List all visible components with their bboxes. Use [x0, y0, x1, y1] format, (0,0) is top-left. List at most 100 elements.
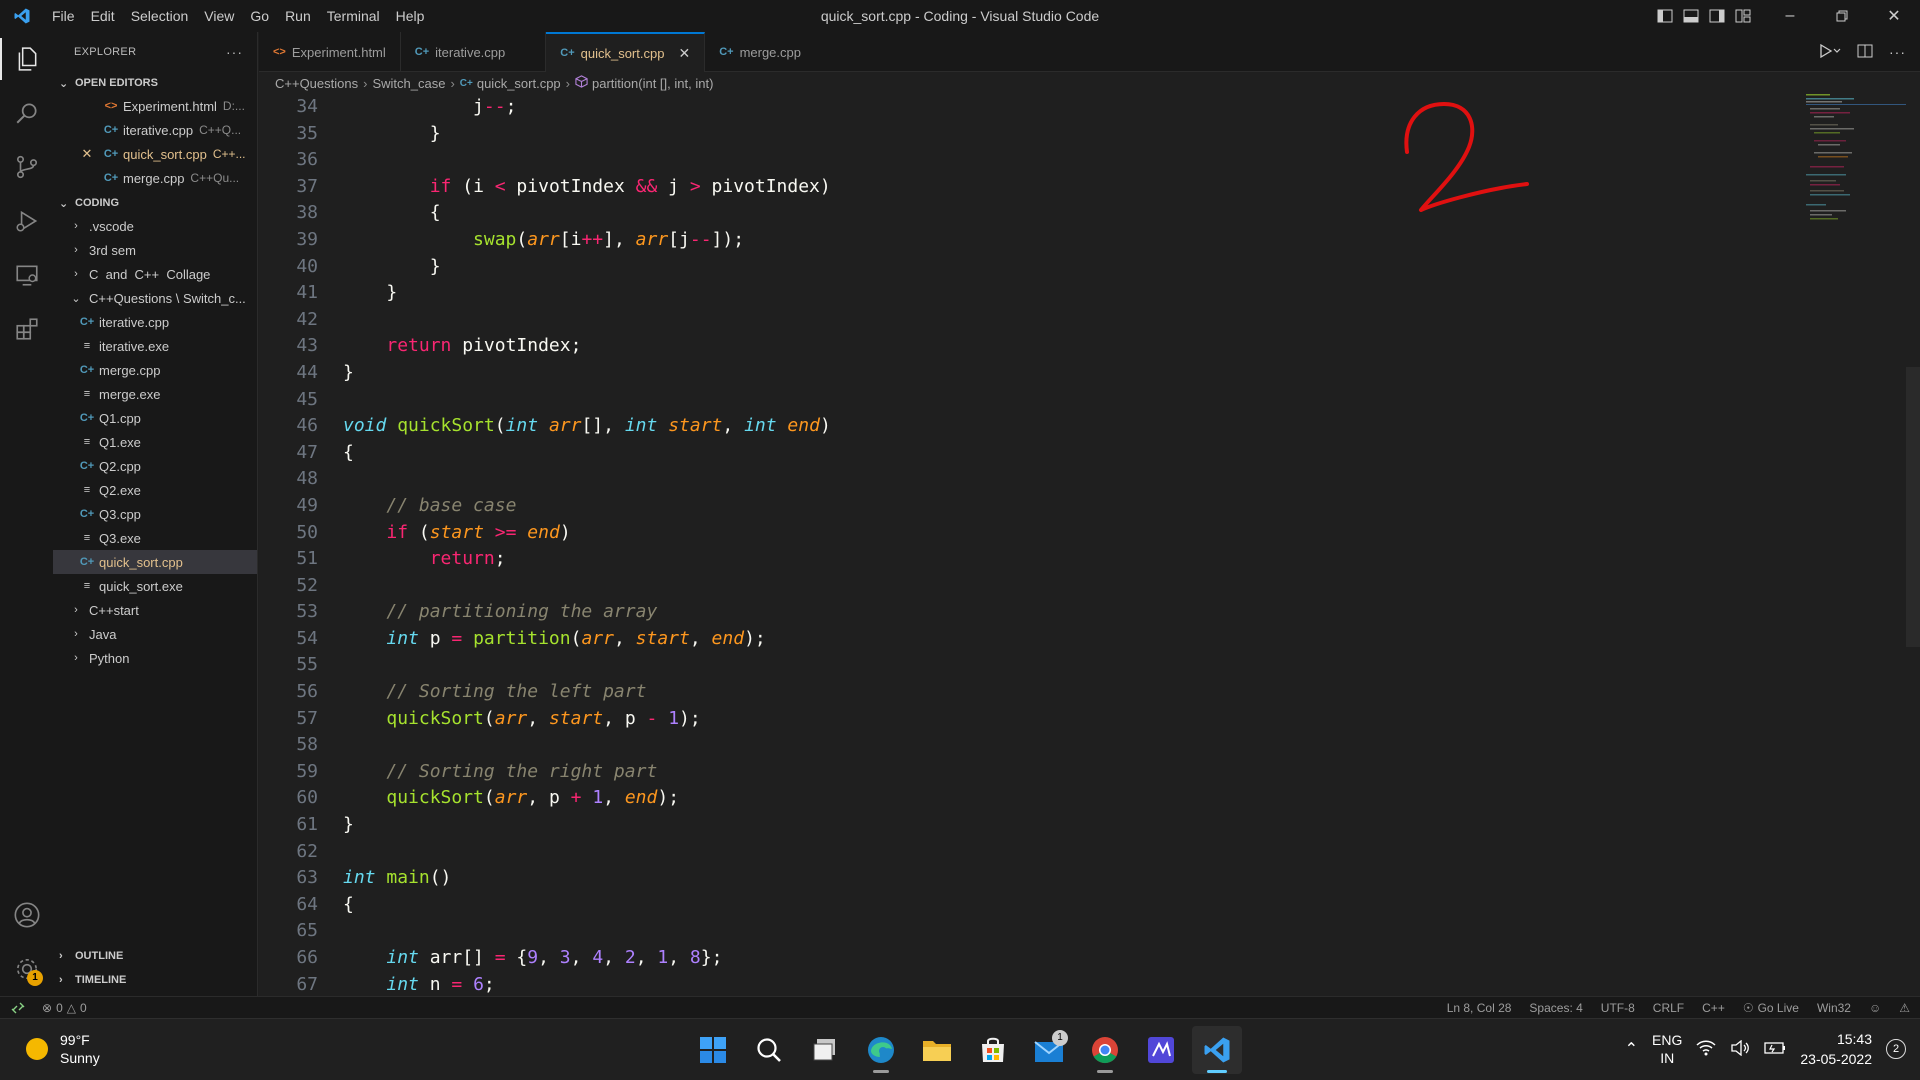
breadcrumb-item[interactable]: quick_sort.cpp — [477, 76, 561, 91]
search-icon[interactable] — [0, 86, 53, 140]
run-and-debug-icon[interactable] — [0, 194, 53, 248]
folder-item[interactable]: › C++start — [53, 598, 257, 622]
close-editor-icon[interactable]: ✕ — [79, 146, 95, 162]
folder-item[interactable]: › Python — [53, 646, 257, 670]
line-number: 57 — [296, 707, 318, 729]
platform[interactable]: Win32 — [1817, 1001, 1851, 1015]
end-of-line[interactable]: CRLF — [1653, 1001, 1684, 1015]
feedback-icon[interactable]: ☺ — [1869, 1001, 1881, 1015]
accounts-icon[interactable] — [0, 888, 53, 942]
menu-edit[interactable]: Edit — [83, 0, 123, 32]
file-explorer-icon[interactable] — [912, 1026, 962, 1074]
menu-view[interactable]: View — [196, 0, 242, 32]
outline-header[interactable]: › OUTLINE — [53, 944, 257, 968]
chevron-right-icon: › — [74, 268, 78, 280]
microsoft-store-icon[interactable] — [968, 1026, 1018, 1074]
cursor-position[interactable]: Ln 8, Col 28 — [1447, 1001, 1512, 1015]
menu-terminal[interactable]: Terminal — [319, 0, 388, 32]
workspace-header[interactable]: ⌄ CODING — [53, 192, 257, 214]
timeline-header[interactable]: › TIMELINE — [53, 968, 257, 992]
more-actions-icon[interactable]: ··· — [226, 44, 243, 60]
minimap[interactable] — [1800, 94, 1920, 996]
manage-gear-icon[interactable]: 1 — [0, 942, 53, 996]
search-icon[interactable] — [744, 1026, 794, 1074]
menu-help[interactable]: Help — [388, 0, 433, 32]
customize-layout-icon[interactable] — [1732, 0, 1754, 32]
open-editor-item-active[interactable]: ✕ C+ quick_sort.cpp C++... — [53, 142, 257, 166]
file-item[interactable]: C+ quick_sort.cpp — [53, 550, 257, 574]
problems-indicator[interactable]: ⊗ 0 △ 0 — [42, 1001, 87, 1015]
battery-icon[interactable] — [1764, 1041, 1786, 1058]
line-content: if (i < pivotIndex && j > pivotIndex) — [318, 174, 831, 201]
close-window-button[interactable]: ✕ — [1868, 0, 1920, 32]
tab-iterative-cpp[interactable]: C+ iterative.cpp — [401, 32, 547, 72]
volume-icon[interactable] — [1730, 1039, 1750, 1059]
menu-go[interactable]: Go — [242, 0, 277, 32]
extensions-icon[interactable] — [0, 302, 53, 356]
chrome-browser-icon[interactable] — [1080, 1026, 1130, 1074]
go-live-button[interactable]: ☉ Go Live — [1743, 1001, 1799, 1015]
tab-quick-sort-cpp[interactable]: C+ quick_sort.cpp ✕ — [546, 32, 706, 72]
open-editors-header[interactable]: ⌄ OPEN EDITORS — [53, 72, 257, 94]
breadcrumb-item[interactable]: Switch_case — [372, 76, 445, 91]
remote-indicator-icon[interactable] — [0, 997, 36, 1019]
notification-center-badge[interactable]: 2 — [1886, 1039, 1906, 1059]
file-item[interactable]: ≡ Q2.exe — [53, 478, 257, 502]
input-language[interactable]: ENG IN — [1652, 1031, 1682, 1067]
more-actions-icon[interactable]: ··· — [1889, 44, 1906, 60]
toggle-primary-sidebar-icon[interactable] — [1654, 0, 1676, 32]
open-editor-item[interactable]: C+ merge.cpp C++Qu... — [53, 166, 257, 190]
language-mode[interactable]: C++ — [1702, 1001, 1725, 1015]
breadcrumb-item[interactable]: partition(int [], int, int) — [592, 76, 713, 91]
wifi-icon[interactable] — [1696, 1040, 1716, 1059]
toggle-secondary-sidebar-icon[interactable] — [1706, 0, 1728, 32]
weather-widget[interactable]: 99°F Sunny — [26, 1031, 100, 1067]
file-item[interactable]: ≡ Q1.exe — [53, 430, 257, 454]
tab-merge-cpp[interactable]: C+ merge.cpp — [705, 32, 815, 72]
file-item[interactable]: C+ Q1.cpp — [53, 406, 257, 430]
file-item[interactable]: C+ iterative.cpp — [53, 310, 257, 334]
close-tab-icon[interactable]: ✕ — [678, 45, 690, 62]
tab-experiment-html[interactable]: <> Experiment.html — [259, 32, 401, 72]
file-item[interactable]: C+ Q2.cpp — [53, 454, 257, 478]
folder-item[interactable]: › .vscode — [53, 214, 257, 238]
file-item[interactable]: ≡ iterative.exe — [53, 334, 257, 358]
vs-app-icon[interactable] — [1136, 1026, 1186, 1074]
explorer-icon[interactable] — [0, 32, 53, 86]
chevron-up-icon[interactable]: ⌃ — [1625, 1039, 1638, 1059]
file-item[interactable]: ≡ quick_sort.exe — [53, 574, 257, 598]
folder-item[interactable]: › C and C++ Collage — [53, 262, 257, 286]
breadcrumb-item[interactable]: C++Questions — [275, 76, 358, 91]
vertical-scrollbar[interactable] — [1906, 367, 1920, 647]
file-item[interactable]: C+ Q3.cpp — [53, 502, 257, 526]
notifications-bell-icon[interactable]: ⚠ — [1899, 1001, 1910, 1015]
task-view-icon[interactable] — [800, 1026, 850, 1074]
encoding[interactable]: UTF-8 — [1601, 1001, 1635, 1015]
file-item[interactable]: C+ merge.cpp — [53, 358, 257, 382]
system-tray: ⌃ ENG IN 15:43 23-05-2022 2 — [1625, 1029, 1906, 1069]
run-code-icon[interactable] — [1819, 43, 1841, 61]
file-item[interactable]: ≡ Q3.exe — [53, 526, 257, 550]
file-item[interactable]: ≡ merge.exe — [53, 382, 257, 406]
vscode-taskbar-icon[interactable] — [1192, 1026, 1242, 1074]
folder-item-open[interactable]: ⌄ C++Questions \ Switch_c... — [53, 286, 257, 310]
toggle-panel-icon[interactable] — [1680, 0, 1702, 32]
minimize-button[interactable]: – — [1764, 0, 1816, 32]
source-control-icon[interactable] — [0, 140, 53, 194]
open-editor-item[interactable]: C+ iterative.cpp C++Q... — [53, 118, 257, 142]
menu-selection[interactable]: Selection — [123, 0, 197, 32]
split-editor-icon[interactable] — [1857, 44, 1873, 61]
indentation[interactable]: Spaces: 4 — [1529, 1001, 1582, 1015]
remote-explorer-icon[interactable] — [0, 248, 53, 302]
line-number: 50 — [296, 521, 318, 543]
mail-icon[interactable]: 1 — [1024, 1026, 1074, 1074]
folder-item[interactable]: › Java — [53, 622, 257, 646]
clock[interactable]: 15:43 23-05-2022 — [1800, 1029, 1872, 1069]
menu-run[interactable]: Run — [277, 0, 319, 32]
start-button-icon[interactable] — [688, 1026, 738, 1074]
folder-item[interactable]: › 3rd sem — [53, 238, 257, 262]
open-editor-item[interactable]: <> Experiment.html D:... — [53, 94, 257, 118]
restore-button[interactable] — [1816, 0, 1868, 32]
menu-file[interactable]: File — [44, 0, 83, 32]
edge-browser-icon[interactable] — [856, 1026, 906, 1074]
